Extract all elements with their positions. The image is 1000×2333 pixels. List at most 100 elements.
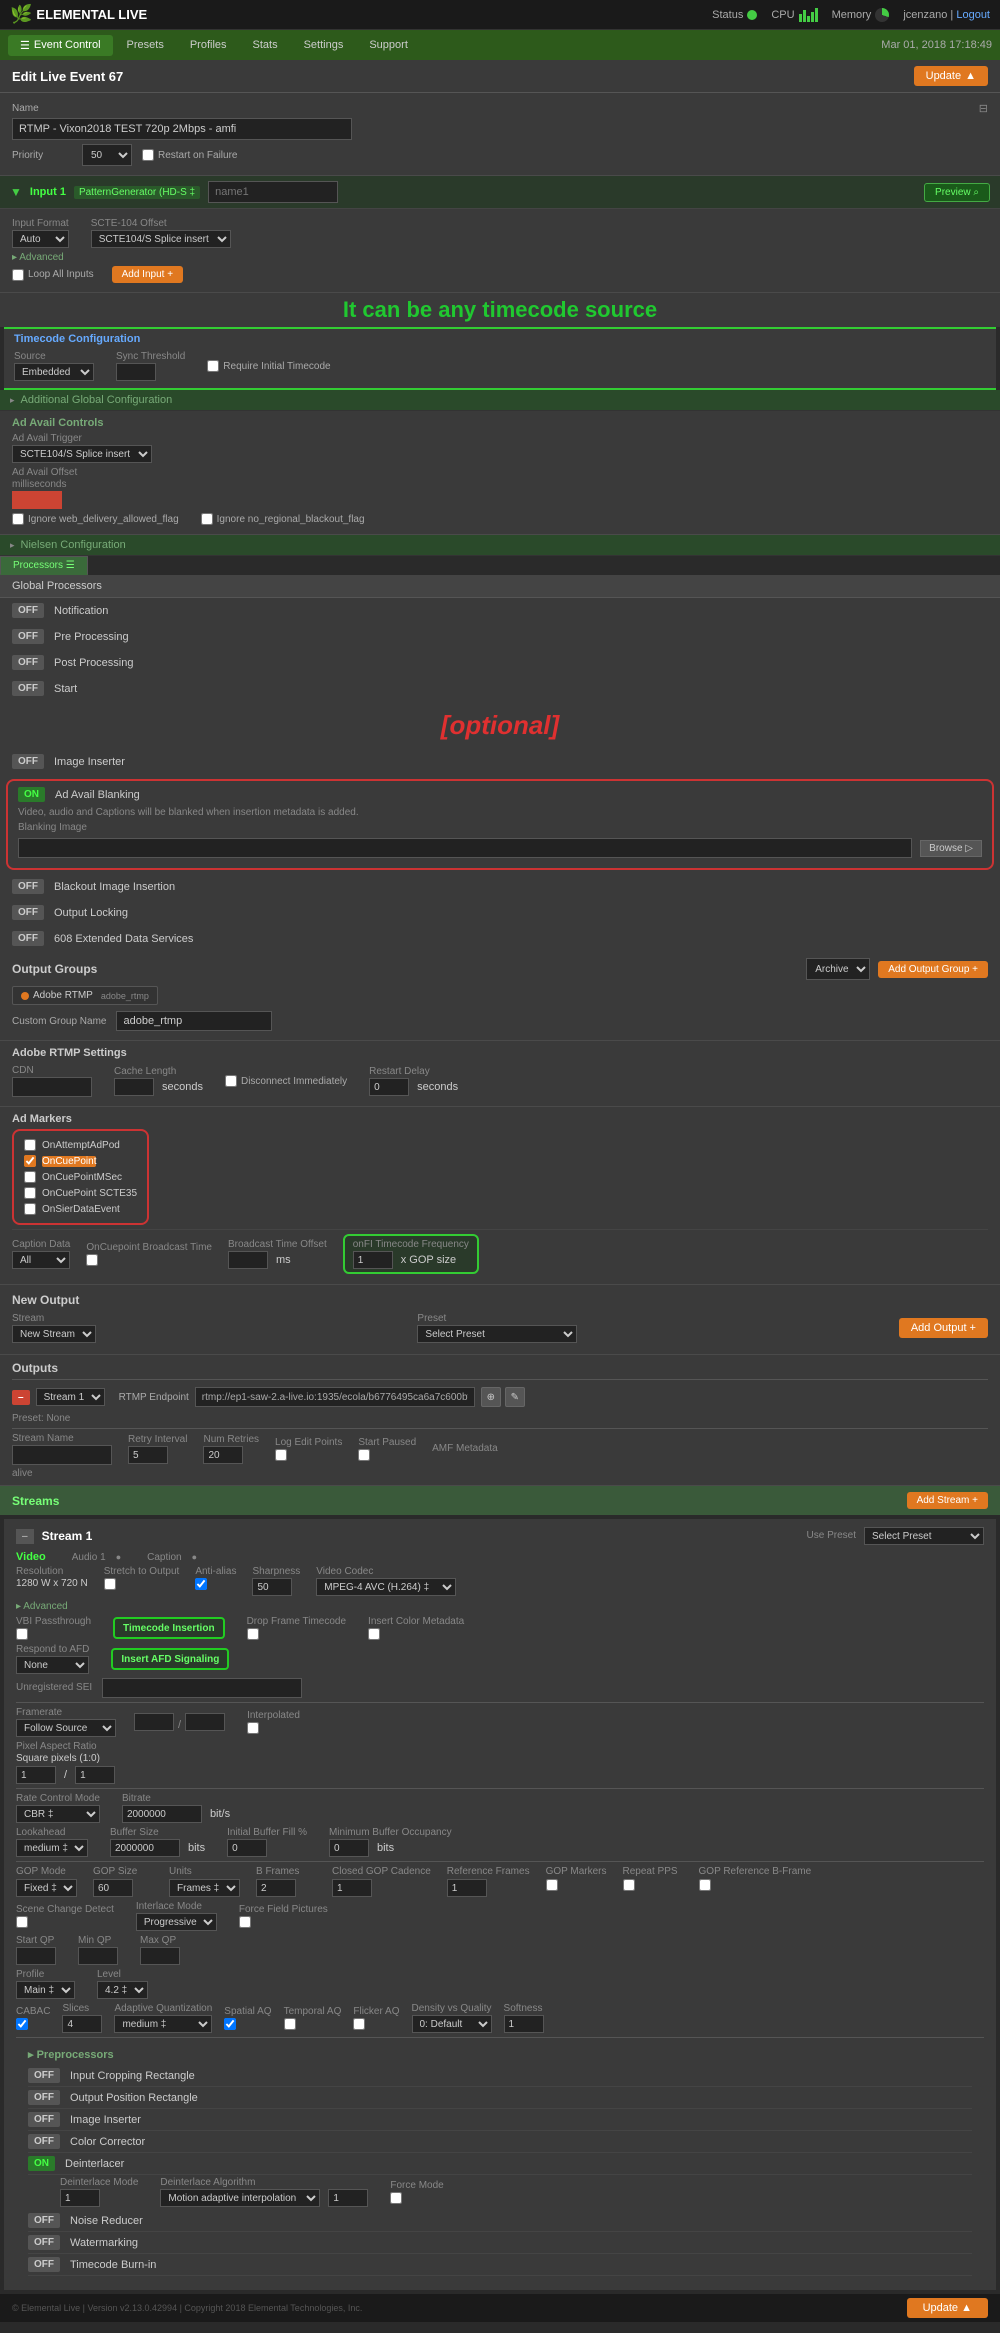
608-extended-toggle[interactable]: OFF <box>12 931 44 946</box>
priority-select[interactable]: 50 <box>82 144 132 166</box>
new-output-preset-select[interactable]: Select Preset <box>417 1325 577 1343</box>
closed-gop-input[interactable] <box>332 1879 372 1897</box>
bitrate-input[interactable] <box>122 1805 202 1823</box>
stream-name-input[interactable] <box>12 1445 112 1465</box>
level-select[interactable]: 4.2 ‡ <box>97 1981 148 1999</box>
initial-buffer-input[interactable] <box>227 1839 267 1857</box>
max-qp-input[interactable] <box>140 1947 180 1965</box>
noise-reducer-toggle[interactable]: OFF <box>28 2213 60 2228</box>
scene-change-checkbox[interactable] <box>16 1916 28 1928</box>
marker-OnAttemptAdPod-checkbox[interactable] <box>24 1139 36 1151</box>
input-format-select[interactable]: Auto <box>12 230 69 248</box>
start-toggle[interactable]: OFF <box>12 681 44 696</box>
cdn-input[interactable] <box>12 1077 92 1097</box>
timecode-freq-input[interactable] <box>353 1251 393 1269</box>
deinterlacer-toggle[interactable]: ON <box>28 2156 55 2171</box>
profile-select[interactable]: Main ‡ <box>16 1981 75 1999</box>
timecode-insertion-button[interactable]: Timecode Insertion <box>113 1617 225 1639</box>
blackout-image-toggle[interactable]: OFF <box>12 879 44 894</box>
timecode-burnin-toggle[interactable]: OFF <box>28 2257 60 2272</box>
stretch-output-checkbox[interactable] <box>104 1578 116 1590</box>
cache-length-input[interactable] <box>114 1078 154 1096</box>
framerate-select[interactable]: Follow Source <box>16 1719 116 1737</box>
repeat-pps-checkbox[interactable] <box>623 1879 635 1891</box>
sharpness-input[interactable] <box>252 1578 292 1596</box>
ignore-flag2-checkbox[interactable] <box>201 513 213 525</box>
stream-1-collapse-button[interactable]: – <box>16 1529 34 1544</box>
deinterlace-mode-input[interactable] <box>60 2189 100 2207</box>
min-buffer-input[interactable] <box>329 1839 369 1857</box>
min-qp-input[interactable] <box>78 1947 118 1965</box>
slices-input[interactable] <box>62 2015 102 2033</box>
retry-interval-input[interactable] <box>128 1446 168 1464</box>
unregistered-sei-input[interactable] <box>102 1678 302 1698</box>
advanced-toggle[interactable]: ▸ Advanced <box>12 252 64 263</box>
insert-color-checkbox[interactable] <box>368 1628 380 1640</box>
softness-input[interactable] <box>504 2015 544 2033</box>
input-crop-toggle[interactable]: OFF <box>28 2068 60 2083</box>
input-name-field[interactable] <box>208 181 338 203</box>
broadcast-time-input[interactable] <box>228 1251 268 1269</box>
preproc-image-inserter-toggle[interactable]: OFF <box>28 2112 60 2127</box>
nav-item-support[interactable]: Support <box>357 35 420 55</box>
framerate-den-input[interactable] <box>185 1713 225 1731</box>
logout-link[interactable]: Logout <box>956 9 990 21</box>
pre-processing-toggle[interactable]: OFF <box>12 629 44 644</box>
restart-delay-input[interactable] <box>369 1078 409 1096</box>
preview-button[interactable]: Preview ⌕ <box>924 183 990 202</box>
browse-button[interactable]: Browse ▷ <box>920 840 982 857</box>
rtmp-endpoint-input[interactable] <box>195 1387 475 1407</box>
pixel-aspect-h-input[interactable] <box>75 1766 115 1784</box>
output-stream-select[interactable]: Stream 1 <box>36 1388 105 1406</box>
gop-size-input[interactable] <box>93 1879 133 1897</box>
marker-OnCuePointMSec-checkbox[interactable] <box>24 1171 36 1183</box>
anti-alias-checkbox[interactable] <box>195 1578 207 1590</box>
add-input-button[interactable]: Add Input + <box>112 266 183 283</box>
force-mode-checkbox[interactable] <box>390 2192 402 2204</box>
new-output-stream-select[interactable]: New Stream <box>12 1325 96 1343</box>
update-button-bottom[interactable]: Update ▲ <box>907 2298 988 2318</box>
ignore-flag1-checkbox[interactable] <box>12 513 24 525</box>
custom-group-name-input[interactable] <box>116 1011 272 1031</box>
pixel-aspect-w-input[interactable] <box>16 1766 56 1784</box>
spatial-aq-checkbox[interactable] <box>224 2018 236 2030</box>
num-retries-input[interactable] <box>203 1446 243 1464</box>
drop-frame-checkbox[interactable] <box>247 1628 259 1640</box>
marker-OnSierDataEvent-checkbox[interactable] <box>24 1203 36 1215</box>
video-codec-select[interactable]: MPEG-4 AVC (H.264) ‡ <box>316 1578 456 1596</box>
post-processing-toggle[interactable]: OFF <box>12 655 44 670</box>
log-edit-points-checkbox[interactable] <box>275 1449 287 1461</box>
density-quality-select[interactable]: 0: Default <box>412 2015 492 2033</box>
tab-processors[interactable]: Processors ☰ <box>0 556 88 575</box>
output-locking-toggle[interactable]: OFF <box>12 905 44 920</box>
nav-item-profiles[interactable]: Profiles <box>178 35 239 55</box>
nielsen-config-header[interactable]: ▸ Nielsen Configuration <box>0 535 1000 556</box>
nav-item-presets[interactable]: Presets <box>115 35 176 55</box>
insert-afd-button[interactable]: Insert AFD Signaling <box>111 1648 229 1670</box>
cabac-checkbox[interactable] <box>16 2018 28 2030</box>
input-collapse-icon[interactable]: ▼ <box>10 185 22 199</box>
scte104-select[interactable]: SCTE104/S Splice insert <box>91 230 231 248</box>
sync-threshold-input[interactable] <box>116 363 156 381</box>
output-stream-remove[interactable]: – <box>12 1390 30 1405</box>
reference-frames-input[interactable] <box>447 1879 487 1897</box>
color-corrector-toggle[interactable]: OFF <box>28 2134 60 2149</box>
loop-all-inputs-checkbox[interactable] <box>12 269 24 281</box>
force-field-checkbox[interactable] <box>239 1916 251 1928</box>
gop-markers-checkbox[interactable] <box>546 1879 558 1891</box>
marker-OnCuePoint-checkbox[interactable] <box>24 1155 36 1167</box>
marker-OnCuePoint-SCTE35-checkbox[interactable] <box>24 1187 36 1199</box>
b-frames-input[interactable] <box>256 1879 296 1897</box>
require-initial-checkbox[interactable] <box>207 360 219 372</box>
endpoint-copy-icon[interactable]: ⊕ <box>481 1387 501 1407</box>
ad-avail-trigger-select[interactable]: SCTE104/S Splice insert <box>12 445 152 463</box>
flicker-aq-checkbox[interactable] <box>353 2018 365 2030</box>
vbi-passthrough-checkbox[interactable] <box>16 1628 28 1640</box>
lookahead-select[interactable]: medium ‡ <box>16 1839 88 1857</box>
deinterlace-algo-num[interactable] <box>328 2189 368 2207</box>
image-inserter-toggle[interactable]: OFF <box>12 754 44 769</box>
respond-afd-select[interactable]: None <box>16 1656 89 1674</box>
gop-mode-select[interactable]: Fixed ‡ <box>16 1879 77 1897</box>
gop-units-select[interactable]: Frames ‡ <box>169 1879 240 1897</box>
gop-reference-checkbox[interactable] <box>699 1879 711 1891</box>
